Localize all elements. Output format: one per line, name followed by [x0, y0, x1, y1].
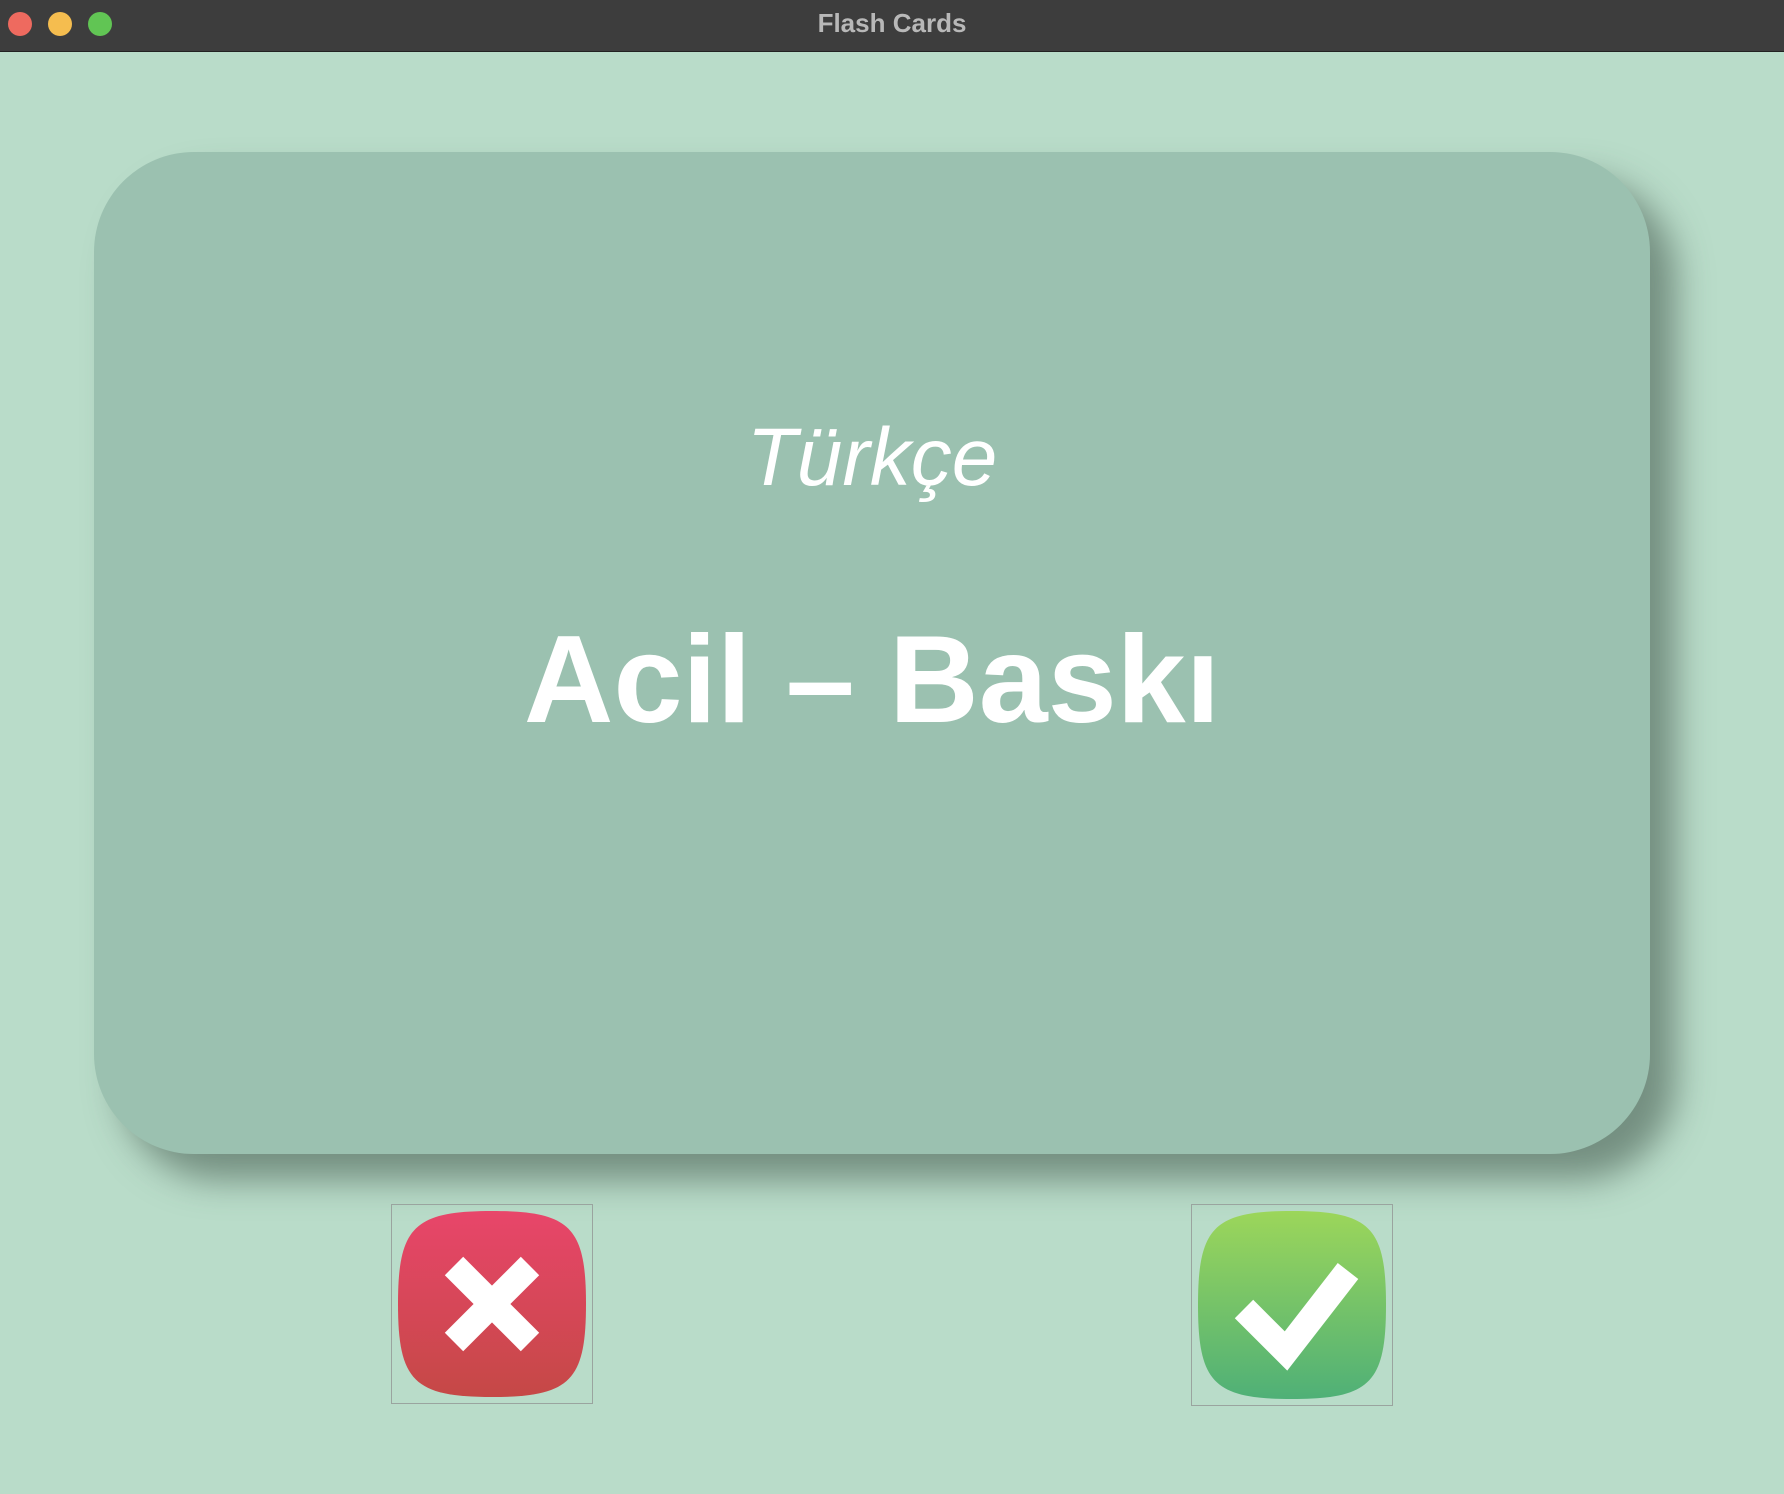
flash-card: Türkçe Acil – Baskı — [94, 152, 1650, 1154]
right-answer-button[interactable] — [1191, 1204, 1393, 1406]
card-language-label: Türkçe — [746, 412, 998, 503]
window-title: Flash Cards — [817, 8, 967, 38]
app-window: Flash Cards Türkçe Acil – Baskı — [0, 0, 1784, 1494]
card-word: Acil – Baskı — [523, 611, 1221, 749]
checkmark-icon — [1198, 1211, 1386, 1399]
x-icon — [398, 1211, 586, 1397]
title-bar[interactable]: Flash Cards — [0, 0, 1784, 52]
wrong-answer-button[interactable] — [391, 1204, 593, 1404]
